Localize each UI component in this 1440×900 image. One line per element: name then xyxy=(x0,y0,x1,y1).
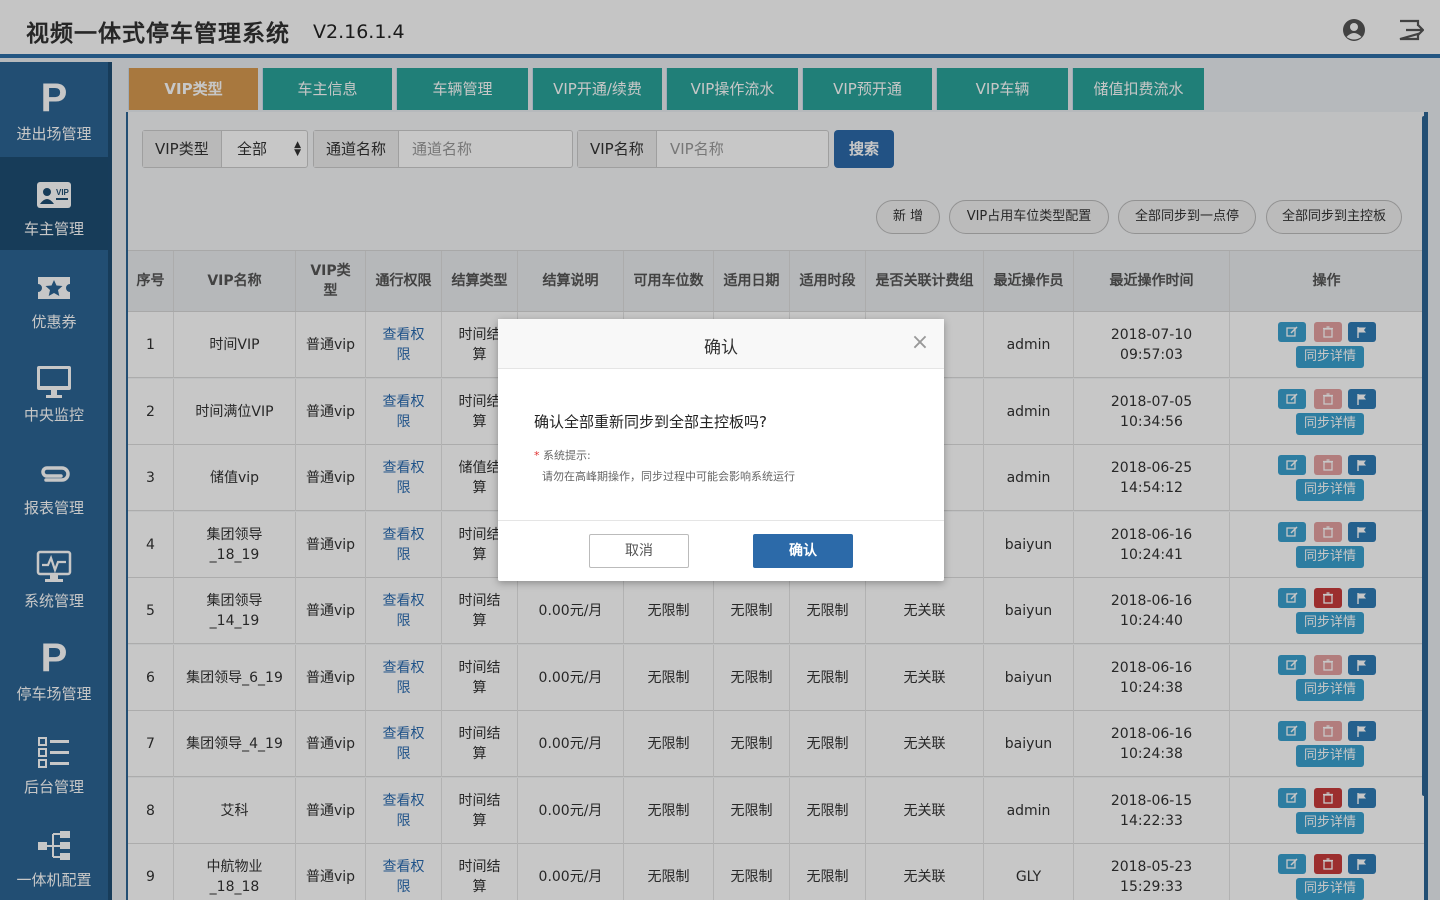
cancel-button[interactable]: 取消 xyxy=(589,534,689,568)
dialog-divider xyxy=(498,520,944,521)
dialog-note: 请勿在高峰期操作，同步过程中可能会影响系统运行 xyxy=(542,470,795,483)
dialog-title: 确认 xyxy=(704,338,738,358)
dialog-header: 确认 × xyxy=(498,319,944,369)
confirm-dialog: 确认 × 确认全部重新同步到全部主控板吗? * 系统提示: 请勿在高峰期操作，同… xyxy=(498,319,944,581)
close-icon[interactable]: × xyxy=(910,332,930,354)
dialog-hint: * 系统提示: xyxy=(534,447,591,463)
dialog-hint-label: 系统提示: xyxy=(543,449,591,462)
required-star: * xyxy=(534,449,540,462)
dialog-message: 确认全部重新同步到全部主控板吗? xyxy=(534,413,767,431)
confirm-button[interactable]: 确认 xyxy=(753,534,853,568)
